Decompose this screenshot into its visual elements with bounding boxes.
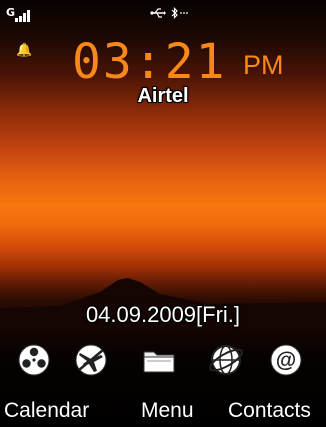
calendar-softkey[interactable]: Calendar: [4, 395, 89, 427]
status-bar: G: [0, 0, 326, 28]
files-shortcut-button[interactable]: [137, 338, 181, 382]
folder-icon: [143, 351, 175, 373]
media-shortcut-button[interactable]: [12, 338, 56, 382]
menu-softkey[interactable]: Menu: [141, 395, 194, 427]
operator-name: Airtel: [137, 85, 189, 107]
bell-icon: 🔔: [16, 43, 33, 58]
email-at-icon: @: [270, 344, 302, 376]
contacts-softkey[interactable]: Contacts: [228, 395, 311, 427]
network-type-label: G: [6, 6, 16, 19]
clock-period: PM: [243, 50, 284, 80]
email-shortcut-button[interactable]: @: [264, 338, 308, 382]
softkey-bar: Calendar Menu Contacts: [0, 395, 326, 427]
clock-time: 03:21: [72, 34, 227, 90]
airplane-icon: [75, 344, 107, 376]
signal-icon: G: [6, 6, 36, 22]
browser-globe-icon: [209, 345, 243, 375]
browser-shortcut-button[interactable]: [204, 338, 248, 382]
bluetooth-icon: [171, 7, 188, 19]
usb-icon: [150, 8, 166, 18]
home-screen: G 🔔 03:21 PM Airtel 04.09.2009[Fri.] @ C…: [0, 0, 326, 427]
airplane-shortcut-button[interactable]: [69, 338, 113, 382]
media-reel-icon: [18, 344, 50, 376]
svg-text:@: @: [276, 349, 296, 372]
shortcut-bar: @: [0, 338, 326, 382]
usb-bluetooth-icons: [150, 6, 189, 19]
date-label: 04.09.2009[Fri.]: [85, 302, 241, 327]
